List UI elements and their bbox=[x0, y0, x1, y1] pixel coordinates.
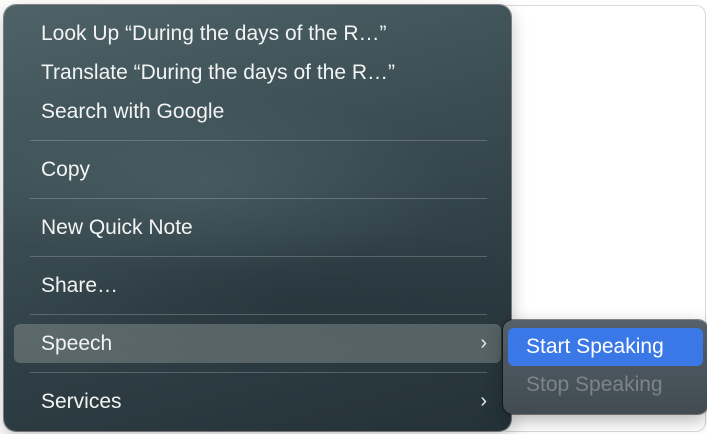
submenu-item-start-speaking[interactable]: Start Speaking bbox=[508, 328, 703, 366]
submenu-item-label: Start Speaking bbox=[526, 335, 664, 358]
menu-item-copy[interactable]: Copy bbox=[14, 150, 501, 189]
menu-separator bbox=[30, 140, 487, 141]
submenu-item-stop-speaking[interactable]: Stop Speaking bbox=[508, 366, 703, 404]
submenu-item-label: Stop Speaking bbox=[526, 373, 663, 396]
chevron-right-icon: › bbox=[480, 390, 487, 412]
menu-item-search-with-google[interactable]: Search with Google bbox=[14, 92, 501, 131]
speech-submenu: Start Speaking Stop Speaking bbox=[503, 320, 707, 414]
menu-item-translate[interactable]: Translate “During the days of the R…” bbox=[14, 53, 501, 92]
menu-separator bbox=[30, 314, 487, 315]
menu-item-label: Search with Google bbox=[41, 100, 225, 123]
menu-item-services[interactable]: Services › bbox=[14, 382, 501, 421]
menu-item-label: Services bbox=[41, 390, 122, 413]
menu-item-label: Look Up “During the days of the R…” bbox=[41, 22, 387, 45]
menu-separator bbox=[30, 198, 487, 199]
menu-item-new-quick-note[interactable]: New Quick Note bbox=[14, 208, 501, 247]
menu-item-look-up[interactable]: Look Up “During the days of the R…” bbox=[14, 14, 501, 53]
menu-item-label: Speech bbox=[41, 332, 113, 355]
screen: Look Up “During the days of the R…” Tran… bbox=[0, 0, 707, 434]
menu-item-label: Copy bbox=[41, 158, 91, 181]
menu-separator bbox=[30, 256, 487, 257]
menu-item-label: Translate “During the days of the R…” bbox=[41, 61, 396, 84]
menu-item-label: New Quick Note bbox=[41, 216, 193, 239]
chevron-right-icon: › bbox=[480, 332, 487, 354]
menu-item-share[interactable]: Share… bbox=[14, 266, 501, 305]
context-menu: Look Up “During the days of the R…” Tran… bbox=[4, 5, 511, 431]
menu-separator bbox=[30, 372, 487, 373]
menu-item-label: Share… bbox=[41, 274, 119, 297]
menu-item-speech[interactable]: Speech › bbox=[14, 324, 501, 363]
